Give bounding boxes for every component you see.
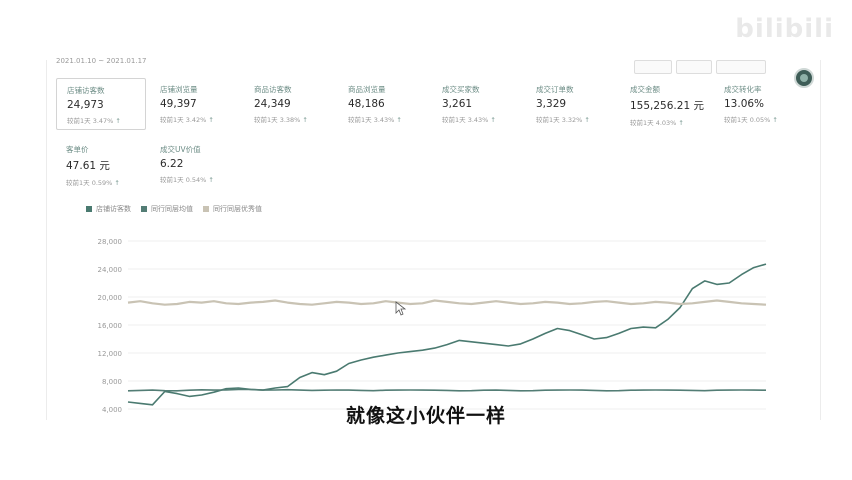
series-line [127, 299, 767, 306]
y-tick-label: 24,000 [98, 266, 123, 274]
y-tick-label: 8,000 [102, 378, 122, 386]
y-tick-label: 16,000 [98, 322, 123, 330]
video-subtitle: 就像这小伙伴一样 [345, 405, 506, 427]
y-tick-label: 28,000 [98, 238, 123, 246]
y-tick-label: 12,000 [98, 350, 123, 358]
series-line [127, 388, 767, 392]
y-tick-label: 20,000 [98, 294, 123, 302]
series-line [127, 263, 767, 406]
